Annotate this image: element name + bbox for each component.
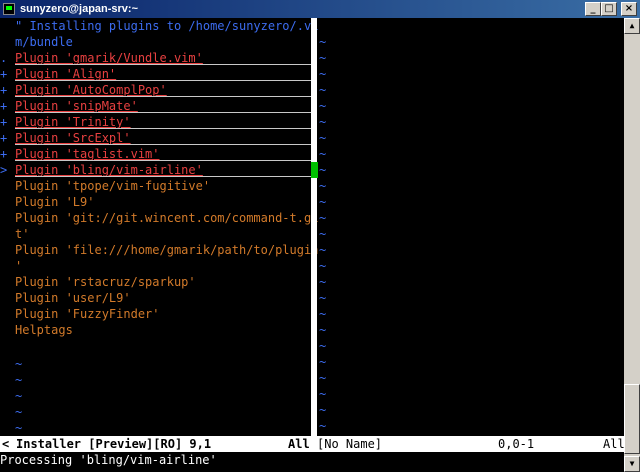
installed-underline	[15, 64, 311, 65]
scrollbar-thumb[interactable]	[624, 384, 640, 454]
line-status-sign: +	[0, 99, 8, 113]
empty-line-tilde: ~	[319, 67, 327, 81]
empty-line-tilde: ~	[319, 51, 327, 65]
title-bar[interactable]: sunyzero@japan-srv:~ _ □ ×	[0, 0, 640, 18]
empty-line-tilde: ~	[319, 243, 327, 257]
empty-line-tilde: ~	[15, 357, 23, 371]
empty-line-tilde: ~	[319, 83, 327, 97]
status-window-marker: <	[2, 437, 10, 451]
empty-line-tilde: ~	[319, 147, 327, 161]
empty-line-tilde: ~	[319, 179, 327, 193]
empty-line-tilde: ~	[319, 339, 327, 353]
empty-line-tilde: ~	[319, 307, 327, 321]
line-status-sign: +	[0, 147, 8, 161]
empty-line-tilde: ~	[319, 227, 327, 241]
empty-line-tilde: ~	[319, 195, 327, 209]
status-left-name: Installer [Preview][RO] 9,1	[16, 437, 212, 451]
vertical-scrollbar[interactable]: ▲ ▼	[624, 18, 640, 472]
terminal-app-icon[interactable]	[3, 3, 15, 15]
scroll-down-arrow-icon[interactable]: ▼	[624, 456, 640, 472]
empty-line-tilde: ~	[15, 405, 23, 419]
installed-underline	[15, 96, 311, 97]
installed-underline	[15, 176, 311, 177]
window-title: sunyzero@japan-srv:~	[20, 3, 139, 15]
empty-line-tilde: ~	[319, 211, 327, 225]
plugin-line: t'	[15, 227, 30, 241]
plugin-line: Plugin 'tpope/vim-fugitive'	[15, 179, 211, 193]
header-comment-line-2: m/bundle	[15, 35, 73, 49]
empty-line-tilde: ~	[15, 389, 23, 403]
header-comment-line-1: " Installing plugins to /home/sunyzero/.…	[15, 19, 319, 33]
status-left-percent: All	[288, 437, 310, 451]
empty-line-tilde: ~	[319, 35, 327, 49]
empty-line-tilde: ~	[319, 99, 327, 113]
scroll-up-arrow-icon[interactable]: ▲	[624, 18, 640, 34]
installed-underline	[15, 160, 311, 161]
plugin-line: Plugin 'git://git.wincent.com/command-t.…	[15, 211, 319, 225]
status-right-percent: All	[603, 437, 624, 451]
empty-line-tilde: ~	[319, 419, 327, 433]
plugin-line: Helptags	[15, 323, 73, 337]
empty-line-tilde: ~	[319, 163, 327, 177]
empty-line-tilde: ~	[319, 291, 327, 305]
line-status-sign: .	[0, 51, 8, 65]
plugin-line: '	[15, 259, 23, 273]
empty-line-tilde: ~	[319, 115, 327, 129]
terminal-area[interactable]: " Installing plugins to /home/sunyzero/.…	[0, 18, 624, 472]
installed-underline	[15, 80, 311, 81]
status-right-position: 0,0-1	[498, 437, 535, 451]
installed-underline	[15, 128, 311, 129]
maximize-button[interactable]: □	[601, 2, 617, 16]
terminal-window: sunyzero@japan-srv:~ _ □ × " Installing …	[0, 0, 640, 472]
empty-line-tilde: ~	[319, 131, 327, 145]
installed-underline	[15, 112, 311, 113]
empty-line-tilde: ~	[15, 421, 23, 435]
installed-underline	[15, 144, 311, 145]
line-status-sign: +	[0, 115, 8, 129]
vertical-split-divider[interactable]	[311, 18, 317, 436]
plugin-line: Plugin 'user/L9'	[15, 291, 131, 305]
line-status-sign: +	[0, 83, 8, 97]
status-line: < Installer [Preview][RO] 9,1 All [No Na…	[0, 436, 624, 452]
plugin-line: Plugin 'rstacruz/sparkup'	[15, 275, 196, 289]
empty-line-tilde: ~	[15, 373, 23, 387]
close-button[interactable]: ×	[621, 2, 637, 16]
empty-line-tilde: ~	[319, 355, 327, 369]
empty-line-tilde: ~	[319, 403, 327, 417]
empty-line-tilde: ~	[319, 387, 327, 401]
plugin-line: Plugin 'FuzzyFinder'	[15, 307, 160, 321]
command-line-message: Processing 'bling/vim-airline'	[0, 453, 217, 467]
text-cursor	[311, 162, 318, 178]
empty-line-tilde: ~	[319, 371, 327, 385]
line-status-sign: >	[0, 163, 8, 177]
line-status-sign: +	[0, 131, 8, 145]
empty-line-tilde: ~	[319, 323, 327, 337]
plugin-line: Plugin 'file:///home/gmarik/path/to/plug…	[15, 243, 319, 257]
minimize-button[interactable]: _	[585, 2, 601, 16]
empty-line-tilde: ~	[319, 259, 327, 273]
status-right-name: [No Name]	[317, 437, 383, 451]
plugin-line: Plugin 'L9'	[15, 195, 95, 209]
line-status-sign: +	[0, 67, 8, 81]
empty-line-tilde: ~	[319, 275, 327, 289]
